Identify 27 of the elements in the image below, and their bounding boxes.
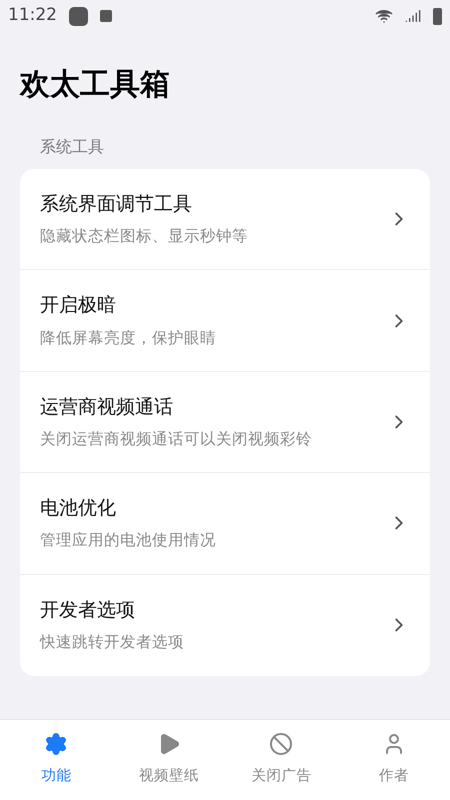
- battery-icon: [433, 8, 442, 24]
- item-subtitle: 管理应用的电池使用情况: [40, 530, 217, 552]
- settings-item[interactable]: 开发者选项 快速跳转开发者选项: [20, 574, 430, 676]
- status-time: 11:22: [8, 4, 57, 28]
- item-title: 运营商视频通话: [40, 394, 174, 420]
- item-title: 系统界面调节工具: [40, 192, 193, 217]
- item-title: 开启极暗: [40, 293, 117, 318]
- signal-icon: [405, 8, 421, 24]
- nav-tab[interactable]: 功能: [0, 720, 112, 800]
- item-title: 开发者选项: [40, 598, 136, 623]
- item-title: 电池优化: [40, 496, 117, 521]
- wifi-icon: [375, 7, 393, 25]
- nav-tab[interactable]: 关闭广告: [225, 720, 338, 800]
- settings-item[interactable]: 系统界面调节工具 隐藏状态栏图标、显示秒钟等: [20, 169, 430, 270]
- item-subtitle: 关闭运营商视频通话可以关闭视频彩铃: [40, 429, 313, 450]
- section-header: 系统工具: [40, 137, 104, 156]
- nav-tab[interactable]: 视频壁纸: [112, 720, 225, 800]
- settings-item[interactable]: 运营商视频通话 关闭运营商视频通话可以关闭视频彩铃: [20, 372, 430, 474]
- page-title: 欢太工具箱: [20, 66, 171, 104]
- settings-item[interactable]: 开启极暗 降低屏幕亮度，保护眼睛: [20, 270, 430, 372]
- settings-item[interactable]: 电池优化 管理应用的电池使用情况: [20, 473, 430, 575]
- gear-icon: [44, 732, 68, 756]
- ban-icon: [269, 732, 294, 756]
- item-subtitle: 降低屏幕亮度，保护眼睛: [40, 328, 217, 349]
- nav-tab[interactable]: 作者: [338, 720, 450, 800]
- item-subtitle: 隐藏状态栏图标、显示秒钟等: [40, 226, 249, 248]
- item-subtitle: 快速跳转开发者选项: [40, 632, 185, 654]
